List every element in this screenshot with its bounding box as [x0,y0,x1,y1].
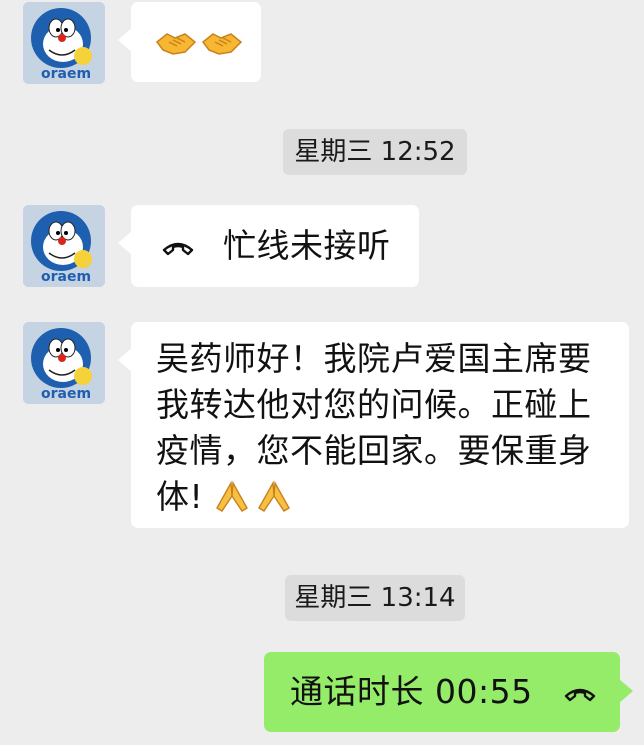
folded-hands-emoji [216,480,249,512]
doraemon-avatar-image: oraem [23,322,105,404]
phone-hangup-icon [563,682,597,702]
message-bubble-text[interactable]: 吴药师好！我院卢爱国主席要 我转达他对您的问候。正碰上 疫情，您不能回家。要保重… [118,322,629,528]
phone-hangup-icon [161,236,195,256]
timestamp-divider: 星期三 12:52 [283,129,467,175]
timestamp-divider: 星期三 13:14 [285,575,465,621]
message-line: 我转达他对您的问候。正碰上 [156,385,592,424]
message-line: 吴药师好！我院卢爱国主席要 [156,339,592,378]
svg-text:oraem: oraem [41,269,91,285]
contact-avatar[interactable]: oraem [23,322,105,404]
call-duration-text: 通话时长 00:55 [290,672,533,711]
contact-avatar[interactable]: oraem [23,205,105,287]
handshake-emoji [201,33,243,55]
doraemon-avatar-image: oraem [23,2,105,84]
message-emojis [213,480,293,514]
message-bubble-call[interactable]: 忙线未接听 [118,205,419,287]
svg-text:oraem: oraem [41,66,91,82]
svg-text:oraem: oraem [41,386,91,402]
message-line: 疫情，您不能回家。要保重身 [156,431,592,470]
message-line-last: 体! [156,474,616,520]
contact-avatar[interactable]: oraem [23,2,105,84]
handshake-emoji [155,33,197,55]
message-line: 体! [156,477,204,516]
message-text: 吴药师好！我院卢爱国主席要 我转达他对您的问候。正碰上 疫情，您不能回家。要保重… [156,336,616,520]
doraemon-avatar-image: oraem [23,205,105,287]
message-emojis [155,24,243,60]
call-status-text: 忙线未接听 [223,226,391,265]
message-bubble-call-outgoing[interactable]: 通话时长 00:55 [264,652,633,732]
folded-hands-emoji [258,480,291,512]
message-bubble-emoji[interactable] [118,2,261,82]
